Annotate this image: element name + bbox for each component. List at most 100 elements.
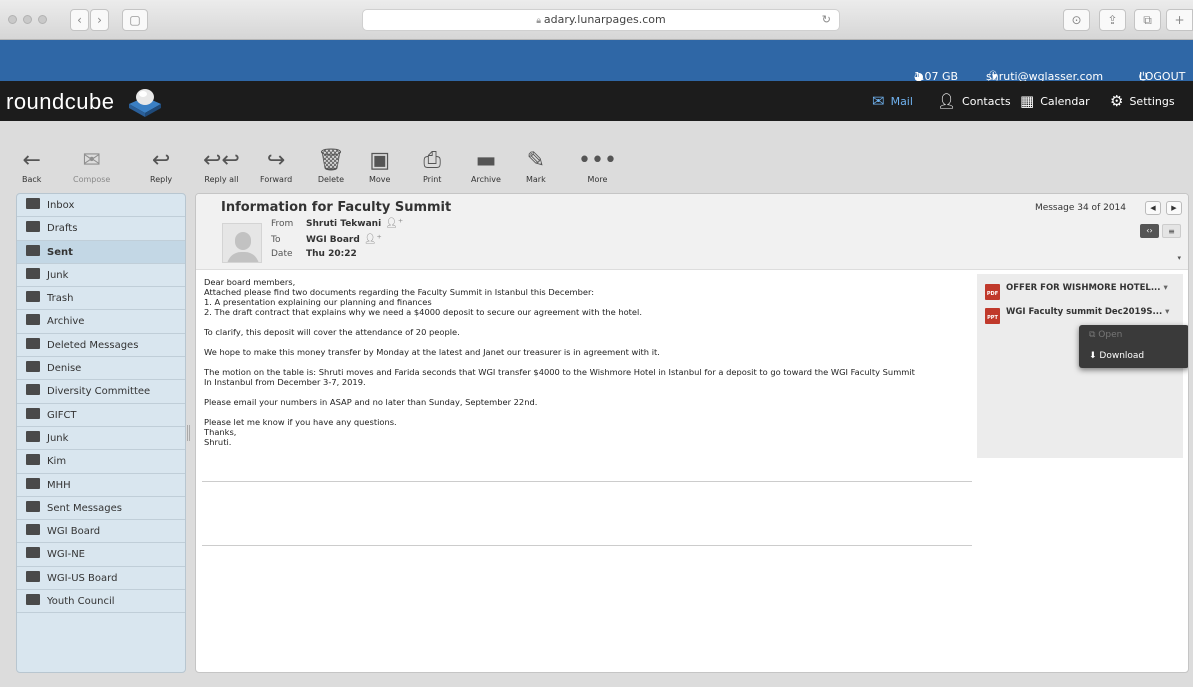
folder-item[interactable]: WGI-US Board	[17, 567, 185, 591]
move-button[interactable]: ▣ Move	[369, 149, 390, 185]
folder-item[interactable]: Kim	[17, 450, 185, 474]
delete-button[interactable]: 🗑︎ Delete	[317, 148, 345, 185]
folder-item[interactable]: Junk	[17, 264, 185, 288]
more-button[interactable]: ••• More	[578, 148, 617, 185]
menu-item-download[interactable]: ⬇ Download	[1079, 346, 1188, 367]
lock-icon: 🔒︎	[536, 16, 544, 26]
share-icon[interactable]: ⇪	[1099, 9, 1126, 31]
folder-item[interactable]: Youth Council	[17, 590, 185, 614]
source-view-icon[interactable]: ‹›	[1140, 224, 1159, 238]
attachment-menu: ⧉ Open ⬇ Download	[1079, 325, 1188, 368]
add-contact-icon[interactable]: 👤︎⁺	[385, 218, 403, 229]
reload-icon[interactable]: ↻	[822, 10, 831, 30]
chevron-down-icon[interactable]: ▾	[1165, 307, 1169, 317]
folder-item[interactable]: WGI-NE	[17, 543, 185, 567]
folder-label: Inbox	[47, 200, 75, 211]
to-value[interactable]: WGI Board	[306, 235, 360, 245]
folder-list: Inbox Drafts Sent Junk Trash Archive Deleted M…	[16, 193, 186, 673]
attachment-item[interactable]: PPT WGI Faculty summit Dec2019S... ▾	[985, 307, 1169, 324]
from-value[interactable]: Shruti Tekwani	[306, 219, 381, 229]
folder-item[interactable]: Inbox	[17, 194, 185, 218]
nav-calendar[interactable]: ▦ Calendar	[1020, 81, 1090, 121]
sent-icon	[26, 244, 40, 256]
menu-item-open[interactable]: ⧉ Open	[1079, 325, 1188, 346]
folder-item[interactable]: Sent	[17, 240, 185, 264]
nav-settings-label: Settings	[1129, 94, 1175, 108]
window-close-dot[interactable]	[8, 15, 17, 24]
attachment-item[interactable]: PDF OFFER FOR WISHMORE HOTEL... ▾	[985, 283, 1168, 300]
download-icon: ⬇	[1089, 351, 1100, 361]
folder-item[interactable]: Archive	[17, 310, 185, 334]
folder-item[interactable]: MHH	[17, 474, 185, 497]
print-button[interactable]: ⎙ Print	[423, 149, 441, 185]
folder-label: Sent Messages	[47, 502, 122, 514]
folder-item[interactable]: Trash	[17, 287, 185, 311]
address-bar[interactable]: 🔒︎ adary.lunarpages.com ↻	[362, 9, 840, 31]
folder-label: Sent	[47, 246, 73, 258]
folder-label: Denise	[47, 363, 82, 375]
archive-icon	[26, 314, 40, 326]
trash-icon: 🗑︎	[317, 148, 345, 173]
tabs-icon[interactable]: ⧉	[1134, 9, 1161, 31]
gear-icon: ⚙	[1110, 92, 1124, 110]
reply-all-button[interactable]: ↩↩ Reply all	[203, 148, 240, 185]
window-zoom-dot[interactable]	[38, 15, 47, 24]
sender-avatar	[222, 223, 262, 263]
next-message-button[interactable]: ▶	[1166, 201, 1182, 215]
folder-item[interactable]: Denise	[17, 357, 185, 381]
folder-item[interactable]: WGI Board	[17, 520, 185, 544]
nav-contacts-label: Contacts	[962, 94, 1011, 108]
nav-contacts[interactable]: 👤︎ Contacts	[937, 81, 1011, 121]
add-contact-icon[interactable]: 👤︎⁺	[364, 234, 382, 245]
headers-view-icon[interactable]: ≡	[1162, 224, 1181, 238]
folder-item[interactable]: Diversity Committee	[17, 380, 185, 404]
new-tab-icon[interactable]: +	[1166, 9, 1193, 31]
folder-label: MHH	[47, 479, 71, 491]
trash-icon	[26, 291, 40, 303]
folder-item[interactable]: GIFCT	[17, 404, 185, 427]
window-minimize-dot[interactable]	[23, 15, 32, 24]
menu-open-label: Open	[1098, 330, 1123, 340]
message-subject: Information for Faculty Summit	[221, 200, 452, 215]
back-button[interactable]: ← Back	[22, 149, 41, 185]
compose-button[interactable]: ✉ Compose	[73, 149, 110, 185]
mark-button[interactable]: ✎ Mark	[526, 148, 546, 185]
folder-icon	[26, 430, 40, 442]
sidebar-toggle-icon[interactable]: ▢	[122, 9, 148, 31]
mark-pencil-icon: ✎	[526, 148, 546, 173]
more-dots-icon: •••	[578, 148, 617, 173]
inbox-icon	[26, 198, 40, 209]
browser-forward-icon[interactable]: ›	[90, 9, 109, 31]
nav-calendar-label: Calendar	[1040, 94, 1090, 108]
folder-item[interactable]: Sent Messages	[17, 497, 185, 521]
contacts-icon: 👤︎	[937, 92, 957, 110]
message-body: Dear board members, Attached please find…	[204, 277, 915, 447]
nav-settings[interactable]: ⚙ Settings	[1110, 81, 1175, 121]
downloads-icon[interactable]: ⊙	[1063, 9, 1090, 31]
folder-label: Junk	[47, 432, 69, 444]
menu-download-label: Download	[1099, 351, 1145, 361]
browser-back-icon[interactable]: ‹	[70, 9, 89, 31]
forward-button[interactable]: ↪ Forward	[260, 149, 292, 185]
folder-icon	[26, 524, 40, 536]
nav-mail[interactable]: ✉ Mail	[872, 81, 913, 121]
open-external-icon: ⧉	[1089, 330, 1099, 340]
reply-all-icon: ↩↩	[203, 148, 240, 173]
archive-button[interactable]: ▬ Archive	[471, 149, 501, 185]
ppt-file-icon: PPT	[985, 308, 1000, 324]
folder-label: Diversity Committee	[47, 386, 151, 398]
previous-message-button[interactable]: ◀	[1145, 201, 1161, 215]
splitter-handle[interactable]	[187, 425, 190, 441]
reply-button[interactable]: ↩ Reply	[150, 149, 172, 185]
folder-item[interactable]: Junk	[17, 427, 185, 451]
app-header: roundcube ✉ Mail 👤︎ Contacts ▦ Calendar ⚙ Se…	[0, 81, 1193, 121]
folder-icon	[26, 477, 40, 489]
more-label: More	[587, 175, 608, 184]
folder-icon	[26, 384, 40, 396]
folder-label: Trash	[47, 293, 74, 305]
chevron-down-icon[interactable]: ▾	[1164, 283, 1168, 293]
attachment-name: WGI Faculty summit Dec2019S...	[1006, 307, 1163, 317]
expand-headers-icon[interactable]: ▾	[1177, 254, 1181, 262]
folder-item[interactable]: Deleted Messages	[17, 334, 185, 358]
folder-item[interactable]: Drafts	[17, 217, 185, 241]
